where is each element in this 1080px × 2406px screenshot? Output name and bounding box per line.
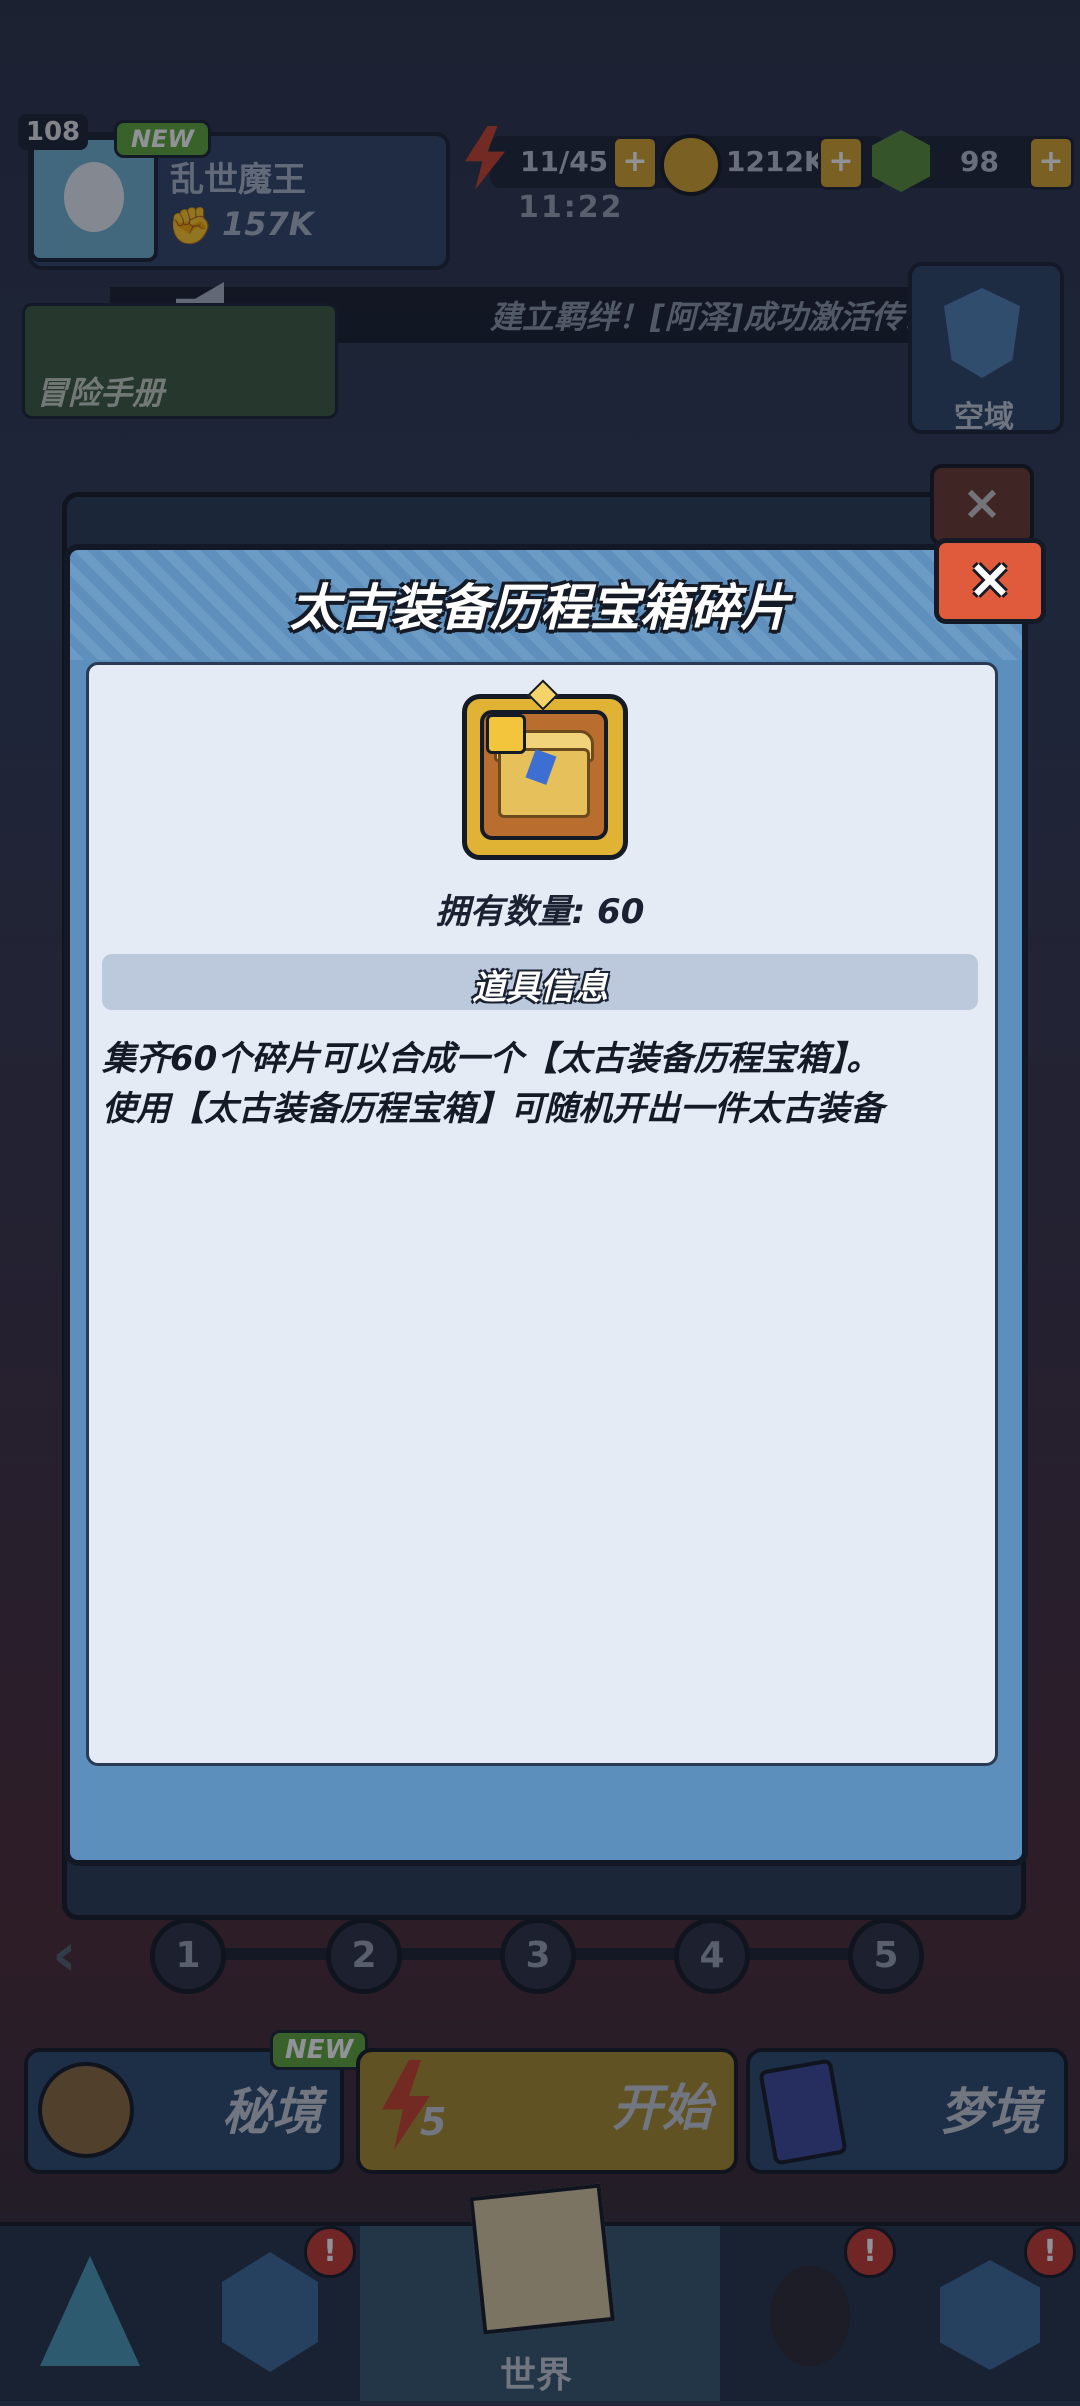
description-line-2: 使用【太古装备历程宝箱】可随机开出一件太古装备	[102, 1089, 884, 1129]
item-description: 集齐60个碎片可以合成一个【太古装备历程宝箱】。 使用【太古装备历程宝箱】可随机…	[102, 1034, 982, 1134]
dialog-title: 太古装备历程宝箱碎片	[290, 579, 790, 637]
section-title: 道具信息	[472, 968, 608, 1008]
owned-count: 拥有数量: 60	[435, 892, 645, 932]
fragment-puzzle-icon	[486, 714, 526, 754]
close-icon: ×	[967, 547, 1013, 610]
description-line-1: 集齐60个碎片可以合成一个【太古装备历程宝箱】。	[102, 1039, 881, 1079]
